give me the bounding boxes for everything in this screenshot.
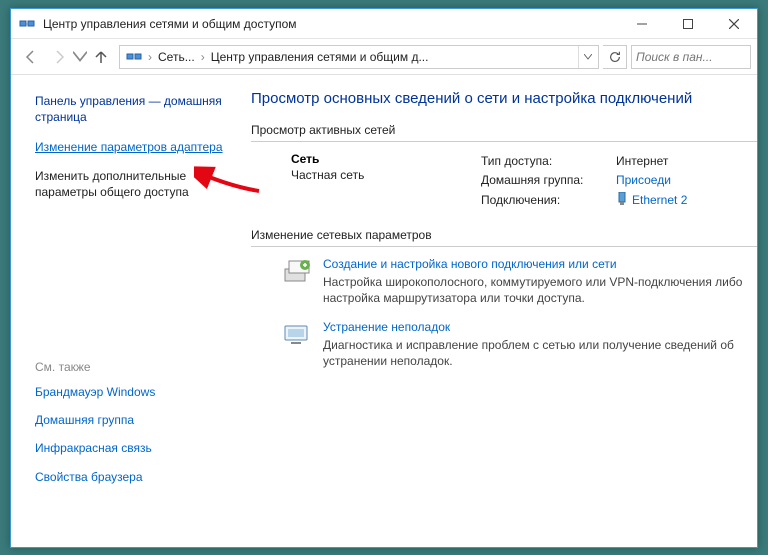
breadcrumb-current[interactable]: Центр управления сетями и общим д... bbox=[207, 50, 433, 64]
network-row: Сеть Частная сеть Тип доступа:Интернет Д… bbox=[251, 152, 757, 210]
sidebar: Панель управления — домашняя страница Из… bbox=[11, 75, 241, 547]
connection-link[interactable]: Ethernet 2 bbox=[632, 193, 687, 207]
forward-button[interactable] bbox=[45, 43, 73, 71]
access-type-label: Тип доступа: bbox=[481, 152, 616, 171]
address-dropdown[interactable] bbox=[578, 46, 596, 68]
breadcrumb-sep: › bbox=[146, 50, 154, 64]
window: Центр управления сетями и общим доступом… bbox=[10, 8, 758, 548]
network-details: Тип доступа:Интернет Домашняя группа:При… bbox=[481, 152, 757, 210]
link-browser[interactable]: Свойства браузера bbox=[35, 469, 231, 485]
maximize-button[interactable] bbox=[665, 9, 711, 39]
window-title: Центр управления сетями и общим доступом bbox=[43, 17, 619, 31]
option-new-connection-desc: Настройка широкополосного, коммутируемог… bbox=[323, 274, 757, 306]
recent-dropdown[interactable] bbox=[73, 43, 87, 71]
option-troubleshoot[interactable]: Устранение неполадок Диагностика и испра… bbox=[251, 320, 757, 369]
back-button[interactable] bbox=[17, 43, 45, 71]
breadcrumb-network[interactable]: Сеть... bbox=[154, 50, 199, 64]
sidebar-adapter-link[interactable]: Изменение параметров адаптера bbox=[35, 139, 231, 155]
connections-label: Подключения: bbox=[481, 191, 616, 210]
change-settings-label: Изменение сетевых параметров bbox=[251, 228, 757, 242]
new-connection-icon bbox=[281, 257, 313, 285]
content-body: Панель управления — домашняя страница Из… bbox=[11, 75, 757, 547]
main-panel: Просмотр основных сведений о сети и наст… bbox=[241, 75, 757, 547]
homegroup-link[interactable]: Присоеди bbox=[616, 173, 671, 187]
navbar: › Сеть... › Центр управления сетями и об… bbox=[11, 39, 757, 75]
sidebar-home-link[interactable]: Панель управления — домашняя страница bbox=[35, 93, 231, 125]
link-irda[interactable]: Инфракрасная связь bbox=[35, 440, 231, 456]
see-also-header: См. также bbox=[35, 360, 231, 374]
breadcrumb-sep: › bbox=[199, 50, 207, 64]
network-identity: Сеть Частная сеть bbox=[251, 152, 481, 210]
address-bar[interactable]: › Сеть... › Центр управления сетями и об… bbox=[119, 45, 599, 69]
network-name: Сеть bbox=[291, 152, 481, 166]
option-troubleshoot-desc: Диагностика и исправление проблем с сеть… bbox=[323, 337, 757, 369]
minimize-button[interactable] bbox=[619, 9, 665, 39]
option-new-connection[interactable]: Создание и настройка нового подключения … bbox=[251, 257, 757, 306]
divider bbox=[251, 141, 757, 142]
homegroup-label: Домашняя группа: bbox=[481, 171, 616, 190]
access-type-value: Интернет bbox=[616, 152, 668, 171]
option-new-connection-title[interactable]: Создание и настройка нового подключения … bbox=[323, 257, 757, 271]
link-firewall[interactable]: Брандмауэр Windows bbox=[35, 384, 231, 400]
link-homegroup[interactable]: Домашняя группа bbox=[35, 412, 231, 428]
titlebar: Центр управления сетями и общим доступом bbox=[11, 9, 757, 39]
network-type: Частная сеть bbox=[291, 168, 481, 182]
see-also-section: См. также Брандмауэр Windows Домашняя гр… bbox=[35, 360, 231, 485]
refresh-button[interactable] bbox=[603, 45, 627, 69]
search-input[interactable] bbox=[631, 45, 751, 69]
close-button[interactable] bbox=[711, 9, 757, 39]
app-icon bbox=[19, 16, 35, 32]
up-button[interactable] bbox=[87, 43, 115, 71]
troubleshoot-icon bbox=[281, 320, 313, 348]
page-heading: Просмотр основных сведений о сети и наст… bbox=[251, 89, 757, 109]
option-troubleshoot-title[interactable]: Устранение неполадок bbox=[323, 320, 757, 334]
active-networks-label: Просмотр активных сетей bbox=[251, 123, 757, 137]
divider bbox=[251, 246, 757, 247]
sidebar-sharing-link[interactable]: Изменить дополнительные параметры общего… bbox=[35, 168, 231, 200]
ethernet-icon bbox=[616, 192, 628, 206]
address-icon bbox=[126, 49, 142, 65]
